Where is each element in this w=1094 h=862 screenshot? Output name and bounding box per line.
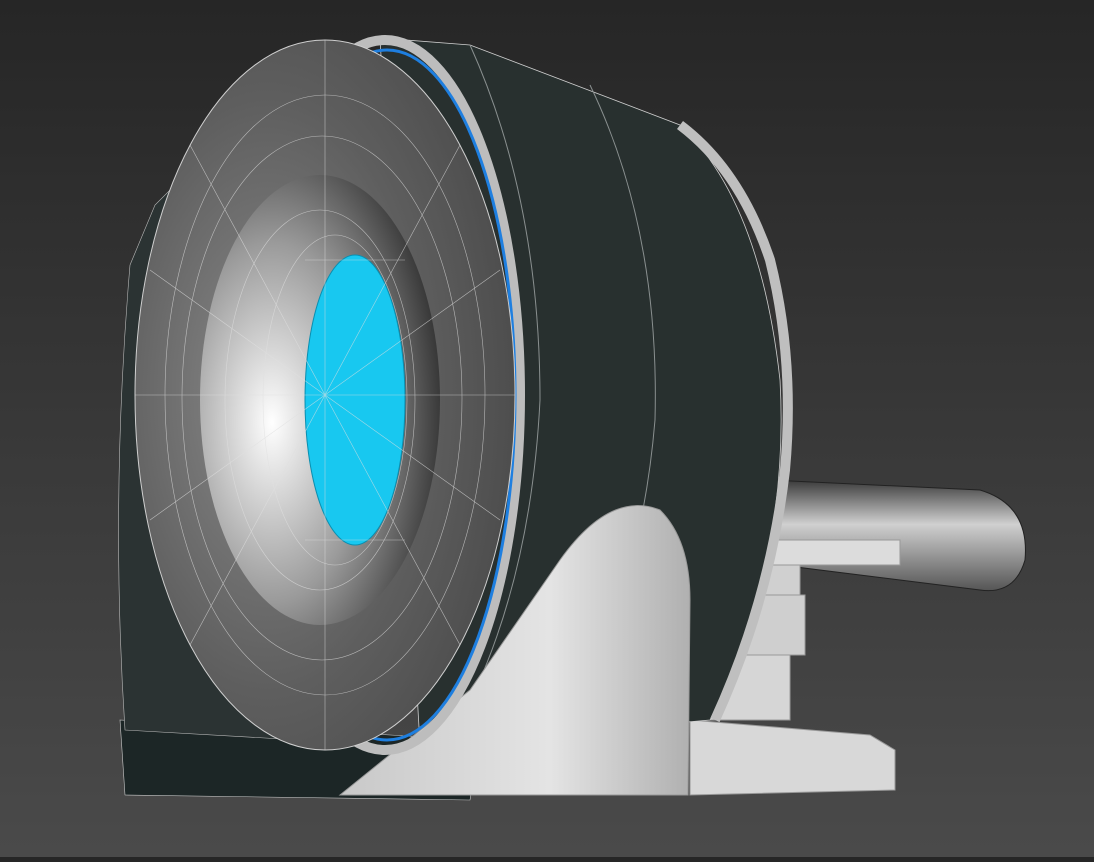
ct-scanner-model [118,35,1026,801]
3d-viewport[interactable] [0,0,1094,857]
bore [304,254,406,546]
